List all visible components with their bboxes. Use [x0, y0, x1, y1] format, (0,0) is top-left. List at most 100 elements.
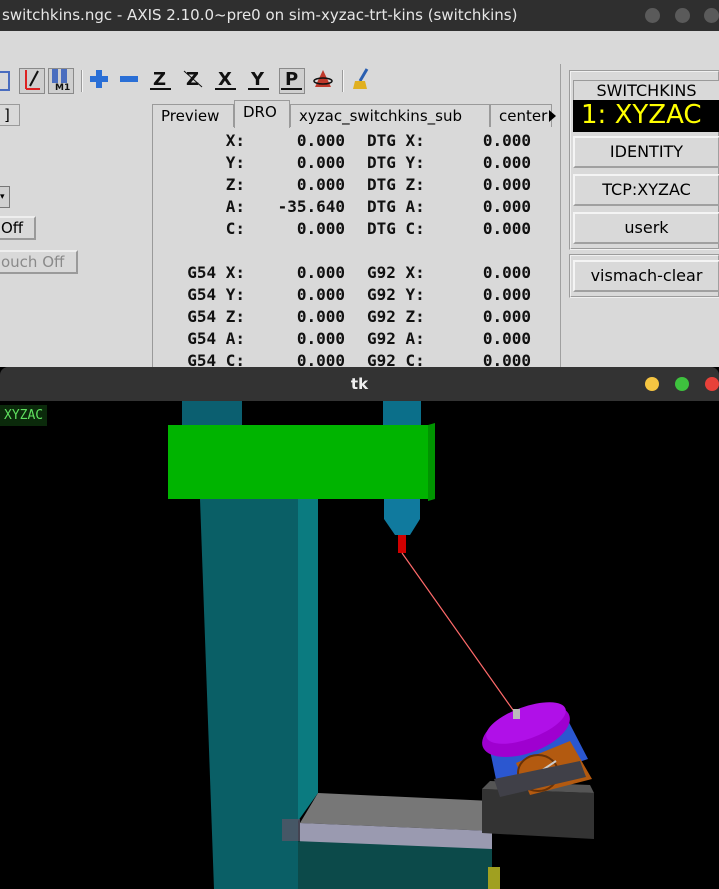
skip-line-button[interactable] [19, 68, 45, 94]
dro-dtg-value: 0.000 [482, 197, 531, 216]
dro-dtg-value: 0.000 [482, 131, 531, 150]
spindle-body [384, 499, 420, 535]
tab-center[interactable]: center [490, 104, 552, 128]
dro-axis-label: Y: [225, 153, 245, 172]
minimize-button[interactable] [645, 8, 660, 23]
view-y-icon: Y [247, 67, 271, 96]
dro-dtg-label: DTG C: [367, 219, 425, 238]
column-front [298, 499, 318, 821]
axis-main-window: switchkins.ngc - AXIS 2.10.0~pre0 on sim… [0, 0, 719, 370]
zoom-in-icon [88, 68, 110, 95]
switchkins-panel: SWITCHKINS 1: XYZAC IDENTITY TCP:XYZAC u… [560, 64, 719, 368]
dro-panel: X: 0.000 DTG X: 0.000 Y: 0.000 DTG Y: 0.000 Z: 0.… [152, 127, 560, 370]
manual-control-tab[interactable]: ] [0, 104, 20, 126]
optional-stop-icon: M1 [49, 67, 73, 96]
dro-axis-value: 0.000 [296, 153, 345, 172]
machine-3d-view[interactable] [0, 401, 719, 889]
head-side [428, 423, 435, 501]
dro-row: X: 0.000 DTG X: 0.000 [153, 131, 561, 153]
view-x-icon: X [214, 67, 238, 96]
dro-dtg-label: DTG Z: [367, 175, 425, 194]
view-z-icon: Z [149, 67, 173, 96]
dro-table: X: 0.000 DTG X: 0.000 Y: 0.000 DTG Y: 0.000 Z: 0.… [153, 131, 561, 373]
dro-g54-label: G54 Z: [187, 307, 245, 326]
spindle-top [383, 401, 421, 425]
tab-dro[interactable]: DRO [234, 100, 290, 128]
kins-type-display: 1: XYZAC [573, 100, 719, 132]
dro-axis-label: A: [225, 197, 245, 216]
tcp-xyzac-button[interactable]: TCP:XYZAC [573, 174, 719, 206]
svg-text:Z: Z [186, 69, 199, 90]
preview-notebook: Preview DRO xyzac_switchkins_sub center … [152, 100, 560, 370]
dro-dtg-value: 0.000 [482, 175, 531, 194]
minimize-button[interactable] [645, 377, 659, 391]
tab-xyzac-switchkins-sub[interactable]: xyzac_switchkins_sub [290, 104, 490, 128]
dro-offset-row: G54 A: 0.000 G92 A: 0.000 [153, 329, 561, 351]
tab-scroll-right-icon[interactable] [549, 110, 556, 122]
dro-row: Z: 0.000 DTG Z: 0.000 [153, 175, 561, 197]
zoom-in-button[interactable] [86, 68, 112, 94]
dro-axis-value: 0.000 [296, 131, 345, 150]
close-button[interactable] [704, 8, 719, 23]
broom-icon [351, 67, 375, 96]
view-y-button[interactable]: Y [246, 68, 272, 94]
dro-axis-value: -35.640 [277, 197, 345, 216]
dro-g92-label: G92 A: [367, 329, 425, 348]
zoom-out-icon [118, 68, 140, 95]
view-x-button[interactable]: X [213, 68, 239, 94]
tool-path-line [401, 552, 519, 718]
column-top-stub [182, 401, 242, 427]
dro-g54-value: 0.000 [296, 329, 345, 348]
svg-text:P: P [285, 69, 298, 90]
dro-row: C: 0.000 DTG C: 0.000 [153, 219, 561, 241]
dro-axis-label: Z: [225, 175, 245, 194]
dro-g92-value: 0.000 [482, 263, 531, 282]
identity-button[interactable]: IDENTITY [573, 136, 719, 168]
dro-axis-label: C: [225, 219, 245, 238]
dro-row: Y: 0.000 DTG Y: 0.000 [153, 153, 561, 175]
vismach-clear-button[interactable]: vismach-clear [573, 260, 719, 292]
view-p-button[interactable]: P [279, 68, 305, 94]
view-z2-button[interactable]: Z [181, 68, 207, 94]
dro-g54-value: 0.000 [296, 307, 345, 326]
dro-axis-value: 0.000 [296, 175, 345, 194]
userk-button[interactable]: userk [573, 212, 719, 244]
dro-axis-value: 0.000 [296, 219, 345, 238]
toolbar-partial-button[interactable] [0, 68, 12, 94]
dro-row: A: -35.640 DTG A: 0.000 [153, 197, 561, 219]
view-z2-icon: Z [182, 67, 206, 96]
column-hatch [282, 819, 300, 841]
dro-g92-label: G92 Y: [367, 285, 425, 304]
svg-text:Y: Y [250, 69, 265, 90]
tab-preview[interactable]: Preview [152, 104, 234, 128]
axis-titlebar: switchkins.ngc - AXIS 2.10.0~pre0 on sim… [0, 0, 719, 31]
dro-offset-row: G54 X: 0.000 G92 X: 0.000 [153, 263, 561, 285]
toolbar-separator [342, 70, 344, 92]
dro-g54-value: 0.000 [296, 285, 345, 304]
dro-g54-label: G54 X: [187, 263, 245, 282]
override-limits-button[interactable]: ouch Off [0, 250, 78, 274]
rotate-view-button[interactable] [310, 68, 336, 94]
table-base [482, 789, 594, 839]
optional-stop-button[interactable]: M1 [48, 68, 74, 94]
dro-dtg-value: 0.000 [482, 219, 531, 238]
manual-control-panel: ] ▾ Off ouch Off [0, 100, 150, 368]
dro-g92-label: G92 X: [367, 263, 425, 282]
maximize-button[interactable] [675, 377, 689, 391]
dro-g54-label: G54 Y: [187, 285, 245, 304]
dro-g54-label: G54 A: [187, 329, 245, 348]
svg-text:Z: Z [153, 69, 166, 90]
dro-offset-row: G54 Z: 0.000 G92 Z: 0.000 [153, 307, 561, 329]
base-rail-yellow [488, 867, 500, 889]
svg-text:M1: M1 [55, 83, 70, 91]
clear-plot-button[interactable] [350, 67, 376, 96]
close-button[interactable] [705, 377, 719, 391]
axis-select-combo[interactable]: ▾ [0, 186, 10, 208]
vismach-window-title: tk [350, 375, 369, 393]
dro-dtg-label: DTG Y: [367, 153, 425, 172]
zoom-out-button[interactable] [116, 68, 142, 94]
toolbar-separator [81, 70, 83, 92]
power-toggle-button[interactable]: Off [0, 216, 36, 240]
view-z-button[interactable]: Z [148, 68, 174, 94]
maximize-button[interactable] [675, 8, 690, 23]
